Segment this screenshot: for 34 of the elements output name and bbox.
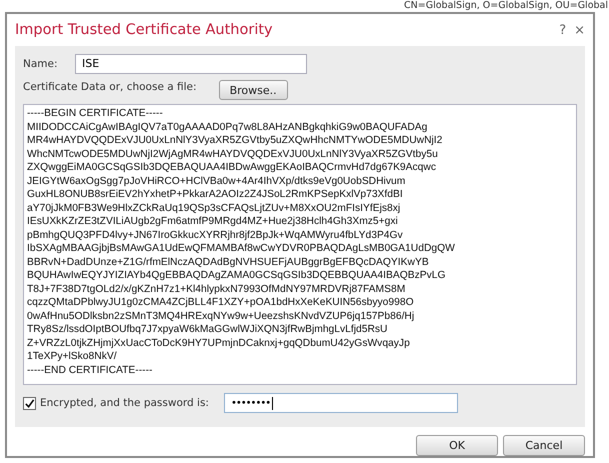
browse-button[interactable]: Browse.. [218, 80, 288, 100]
certificate-label: Certificate Data or, choose a file: [23, 81, 197, 93]
certificate-text-line: GuxHL8ONUB8srEiEV2hYxhetP+PkkarA2AOIz2Z4JSoL2RmKPSepKxlVp73XfdBI [27, 188, 404, 202]
certificate-text-line: T8J+7F38D7tgOLd2/x/gKZnH7z1+Kl4hlypkxN7993OfMdNY97MRDVRj87FAMS8M [27, 282, 406, 296]
certificate-text-line: TRy8Sz/lssdOIptBOUfbq7J7xpyaW6kMaGGwlWJiXQN3jfRwBjmhgLvLfjd5RsU [27, 323, 388, 336]
certificate-field[interactable] [23, 104, 577, 385]
certificate-text-line: 1TeXPy+lSko8NkV/ [27, 350, 118, 364]
dialog-title: Import Trusted Certificate Authority [15, 22, 273, 38]
certificate-text-line: BBRvN+DadDUnze+Z1G/rfmElNczAQDAdBgNVHSUEFjAUBggrBgEFBQcDAQYIKwYB [27, 256, 430, 269]
name-field[interactable]: ISE [75, 54, 307, 74]
certificate-text-line: BQUHAwIwEQYJYIZIAYb4QgEBBAQDAgZAMA0GCSqGSIb3DQEBBQUAA4IBAQBzPvLG [27, 269, 447, 282]
name-label: Name: [23, 58, 59, 70]
certificate-text-line: Z+VRZzL0tjkZHjmjXxUacCToDcK9HY7UPmjnDCaknxj+gqQDbumU42yGsWvqayJp [27, 336, 411, 350]
background-text: CN=GlobalSign, O=GlobalSign, OU=Global [404, 0, 608, 11]
encrypted-label: Encrypted, and the password is: [40, 397, 209, 409]
certificate-text-line: MIIDODCCAiCgAwIBAgIQV7aT0gAAAAD0Pq7w8L8AHzANBgkqhkiG9w0BAQUFADAg [27, 120, 428, 134]
ok-button[interactable]: OK [416, 435, 498, 456]
help-button[interactable]: ? [557, 22, 568, 38]
certificate-text-line: -----BEGIN CERTIFICATE----- [27, 107, 164, 120]
certificate-text-line: WhcNMTcwODE5MDUwNjI2WjAgMR4wHAYDVQQDExVJU0UxLnNlY3VyaXR5ZGVtby5u [27, 148, 439, 161]
certificate-text-line: -----END CERTIFICATE----- [27, 364, 154, 377]
certificate-text-line: IEsUXkKZrZE3tZVILiAUgb2gFm6atmfP9MRgd4MZ+Hue2j38Hclh4Gh3Xmz5+gxi [27, 215, 399, 228]
close-button[interactable]: × [572, 22, 587, 38]
certificate-text-line: ZXQwggEiMA0GCSqGSIb3DQEBAQUAA4IBDwAwggEKAoIBAQCrmvHd7dg67K9Acqwc [27, 161, 437, 174]
certificate-text-line: IbSXAgMBAAGjbjBsMAwGA1UdEwQFMAMBAf8wCwYDVR0PBAQDAgLsMB0GA1UdDgQW [27, 242, 456, 256]
certificate-text-line: cqzzQMtaDPblwyJU1g0zCMA4ZCjBLL4F1XZY+pOA1bdHxXeKeKUIN56sbyyo998O [27, 296, 415, 310]
checkbox[interactable] [23, 396, 36, 410]
certificate-text-line: 0wAfHnu5ODlksbn2zSMnT3MQ4HRExqNYw9w+UeezshsKNvdVZUP6jq157Pb86/Hj [27, 310, 416, 323]
certificate-text-line: aY70jJkM0FB3We9HlxZCkRaUq19QSp3sCFAQsLjtZUv+M8XxOU2mFIsIYfEjs8xj [27, 202, 402, 215]
certificate-text-line: pBmhgQUQ3PFD4lvy+JN67IroGkkucXYRRjhr8jf2BpJk+WqAMWyru4fbLYd3P4Gv [27, 228, 404, 242]
password-field[interactable]: •••••••• [224, 393, 458, 413]
certificate-text-line: JEIGYtW6axOgSgg7pJoVHiRCO+HClVBa0w+4Ar4IhVXp/dtks9eVg0UobSDHivum [27, 174, 406, 188]
cancel-button[interactable]: Cancel [503, 435, 585, 456]
certificate-text-line: MR4wHAYDVQQDExVJU0UxLnNlY3VyaXR5ZGVtby5uZXQwHhcNMTYwODE5MDUwNjI2 [27, 134, 444, 148]
